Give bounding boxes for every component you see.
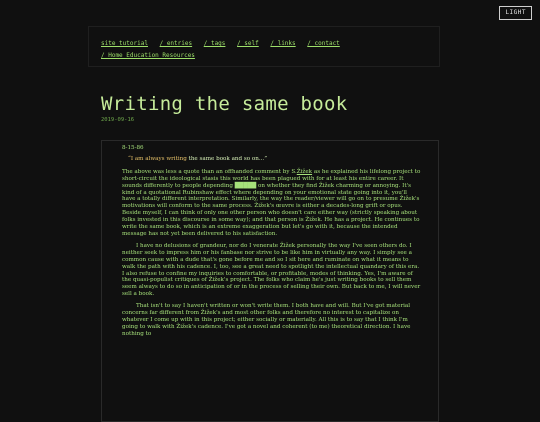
nav-self[interactable]: / self (237, 40, 259, 47)
theme-toggle-button[interactable]: LIGHT (499, 6, 532, 20)
paragraph-3: That isn't to say I haven't written or w… (122, 303, 411, 337)
page-title: Writing the same book (101, 93, 348, 115)
paragraph-1-text-c: on whether they find Žižek charming or a… (122, 182, 420, 237)
entry-date: 8-15-86 (122, 145, 144, 151)
nav-home-education-resources[interactable]: / Home Education Resources (101, 52, 195, 59)
zizek-link[interactable]: Žižek (297, 169, 312, 175)
nav-tags[interactable]: / tags (204, 40, 226, 47)
nav-site-tutorial[interactable]: site tutorial (101, 40, 148, 47)
post-date: 2019-09-16 (101, 117, 135, 123)
quote-highlight: “I am always writing (128, 155, 187, 162)
nav-contact[interactable]: / contact (307, 40, 340, 47)
site-nav: site tutorial / entries / tags / self / … (101, 38, 441, 62)
opening-quote: “I am always writing the same book and s… (128, 156, 422, 163)
quote-rest: the same book and so on...” (186, 155, 268, 162)
redacted-text: █████ (234, 182, 257, 189)
paragraph-2: I have no delusions of grandeur, nor do … (122, 242, 421, 298)
paragraph-1: The above was less a quote than an offha… (122, 169, 422, 238)
nav-entries[interactable]: / entries (160, 40, 193, 47)
article-body: 8-15-86 “I am always writing the same bo… (122, 145, 422, 343)
nav-links[interactable]: / links (270, 40, 295, 47)
paragraph-1-text-a: The above was less a quote than an offha… (122, 168, 297, 175)
